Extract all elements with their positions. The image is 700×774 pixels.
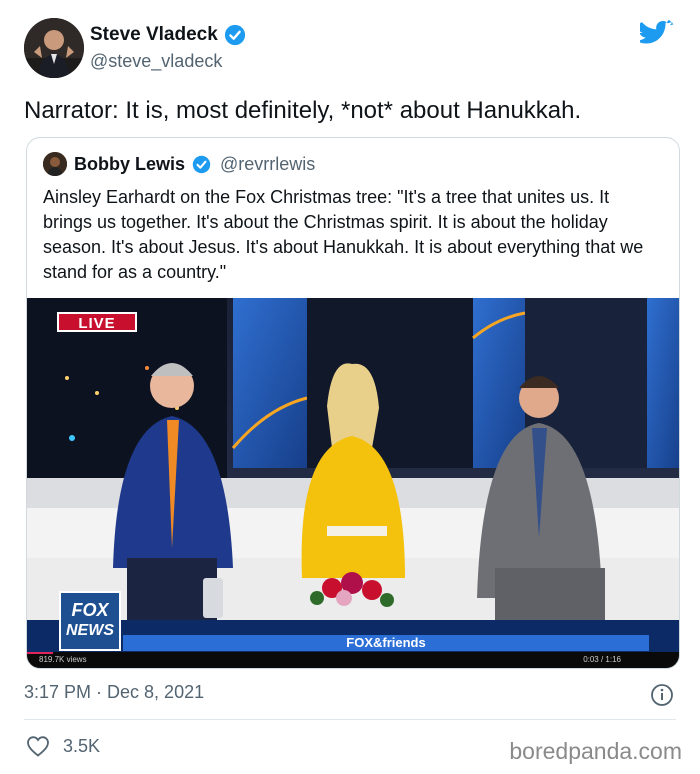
show-banner: FOX&friends — [123, 635, 649, 651]
watermark: boredpanda.com — [509, 738, 682, 764]
author-name[interactable]: Steve Vladeck — [90, 24, 218, 46]
quote-text: Ainsley Earhardt on the Fox Christmas tr… — [43, 187, 644, 282]
divider — [24, 719, 676, 720]
verified-badge-icon — [192, 155, 211, 173]
video-controls[interactable]: 819.7K views 0:03 / 1:16 — [27, 652, 679, 668]
video-progress-bar[interactable] — [27, 652, 54, 654]
logo-line-1: FOX — [71, 600, 109, 620]
verified-badge-icon — [224, 24, 245, 46]
video-frame — [27, 298, 679, 668]
logo-line-2: NEWS — [66, 622, 114, 639]
fox-news-logo: FOX NEWS — [59, 591, 121, 651]
video-views: 819.7K views — [39, 655, 87, 664]
quote-author-handle: @revrrlewis — [220, 153, 316, 174]
tweet-text: Narrator: It is, most definitely, *not* … — [24, 97, 582, 124]
tweet-timestamp[interactable]: 3:17 PM · Dec 8, 2021 — [24, 682, 204, 703]
tweet-header: Steve Vladeck @steve_vladeck — [24, 18, 684, 80]
info-icon[interactable] — [650, 683, 674, 707]
video-time: 0:03 / 1:16 — [583, 655, 621, 664]
twitter-bird-icon[interactable] — [640, 20, 674, 50]
video-player[interactable]: LIVE FOX NEWS FOX&friends 819.7K views 0… — [27, 298, 679, 668]
heart-icon[interactable] — [26, 735, 50, 757]
like-count: 3.5K — [63, 736, 101, 756]
quote-author-avatar — [43, 152, 67, 176]
quoted-tweet[interactable]: Bobby Lewis @revrrlewis Ainsley Earhardt… — [26, 137, 680, 669]
author-avatar[interactable] — [24, 18, 84, 78]
quote-author-name: Bobby Lewis — [74, 153, 186, 174]
live-badge: LIVE — [57, 312, 137, 332]
author-handle[interactable]: @steve_vladeck — [90, 51, 222, 72]
